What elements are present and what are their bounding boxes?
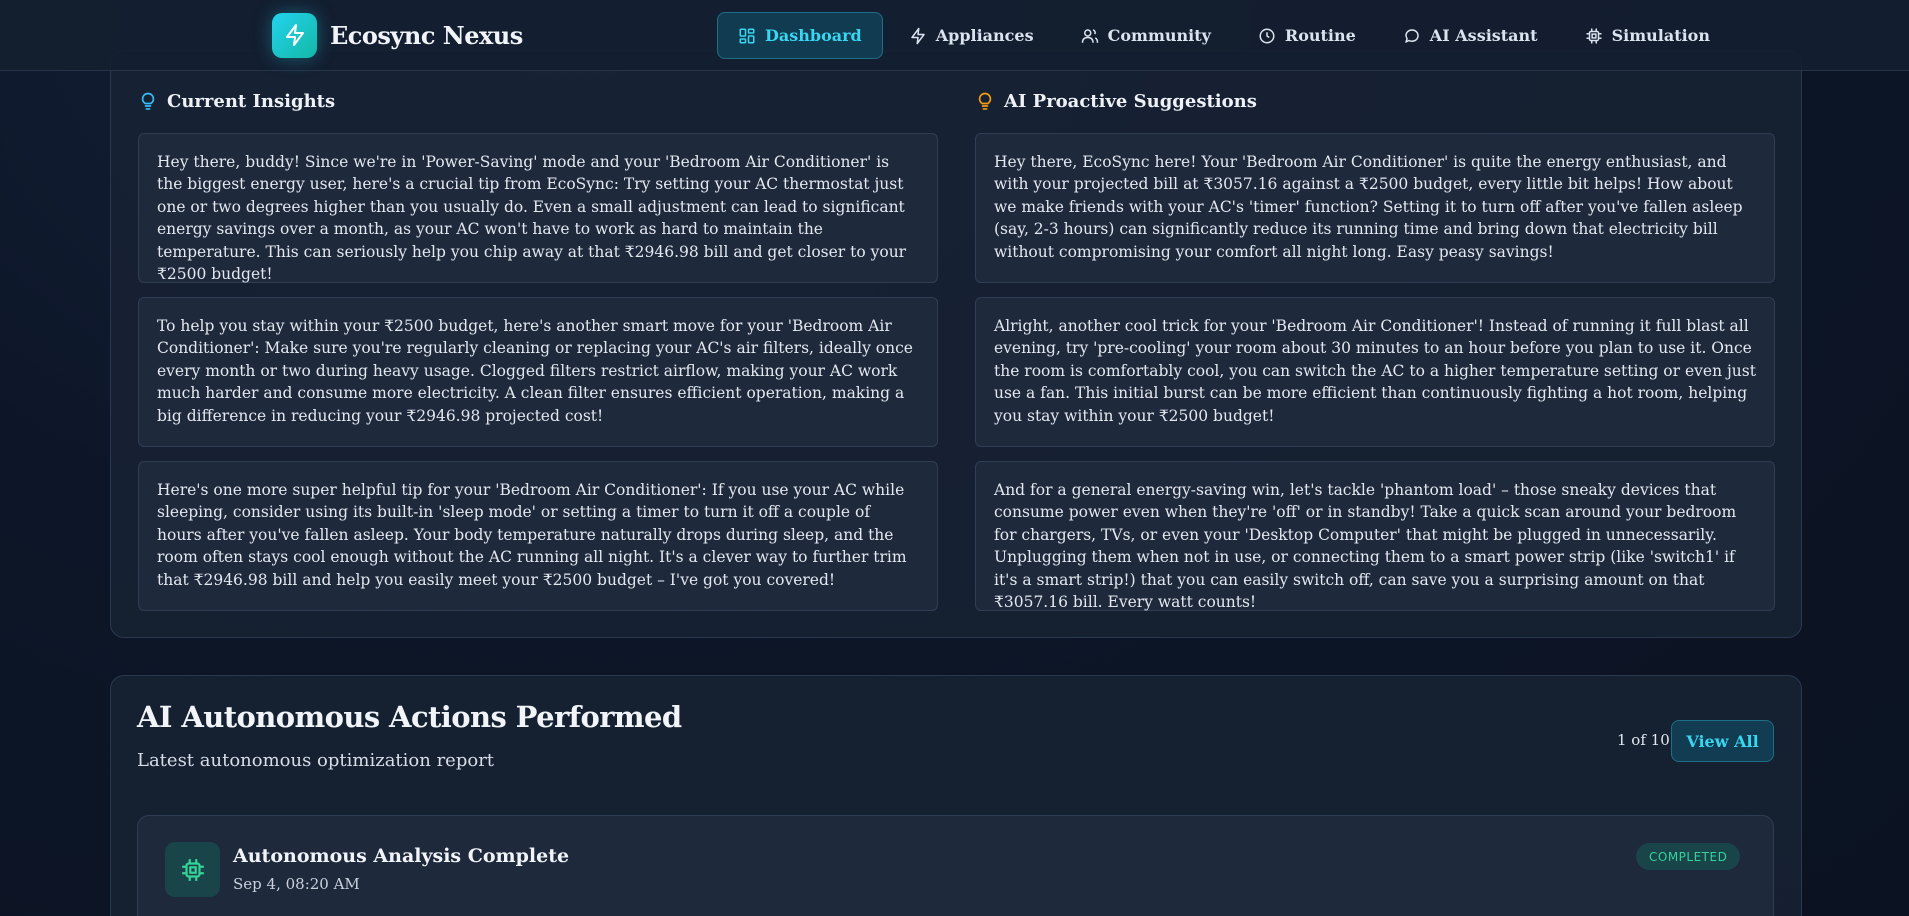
lightning-icon [910,27,925,44]
nav-appliances[interactable]: Appliances [888,12,1055,59]
users-icon [1081,28,1098,43]
nav-label: Community [1107,26,1211,45]
grid-icon [739,28,755,43]
nav-label: Appliances [935,26,1034,45]
section-subtitle: Latest autonomous optimization report [137,750,495,771]
nav-label: Routine [1284,26,1356,45]
brand-name: Ecosync Nexus [330,20,523,50]
brand[interactable]: Ecosync Nexus [272,12,523,58]
insight-card: Hey there, buddy! Since we're in 'Power-… [138,133,938,283]
insight-card: To help you stay within your ₹2500 budge… [138,297,938,447]
chat-bubble-icon [1405,28,1419,43]
action-title: Autonomous Analysis Complete [233,845,570,867]
suggestion-card: Hey there, EcoSync here! Your 'Bedroom A… [975,133,1775,283]
suggestion-card: Alright, another cool trick for your 'Be… [975,297,1775,447]
lightbulb-icon [141,92,155,110]
nav-dashboard[interactable]: Dashboard [717,12,883,59]
current-insights-heading: Current Insights [138,90,335,112]
nav-ai-assistant[interactable]: AI Assistant [1382,12,1559,59]
lightbulb-icon [978,92,992,110]
suggestion-card: And for a general energy-saving win, let… [975,461,1775,611]
clock-icon [1259,28,1275,43]
nav-community[interactable]: Community [1060,12,1232,59]
chip-icon [165,842,220,897]
page-count: 1 of 10 [1617,731,1670,749]
nav-simulation[interactable]: Simulation [1564,12,1731,59]
action-timestamp: Sep 4, 08:20 AM [233,875,360,893]
ai-suggestions-heading: AI Proactive Suggestions [975,90,1257,112]
nav-label: Simulation [1611,26,1710,45]
insight-card: Here's one more super helpful tip for yo… [138,461,938,611]
nav-routine[interactable]: Routine [1237,12,1377,59]
top-navbar: Ecosync Nexus Dashboard Appliances Commu… [0,0,1909,71]
main-nav: Dashboard Appliances Community Routine A… [717,12,1736,59]
nav-label: Dashboard [765,26,862,45]
lightning-logo-icon [272,12,317,58]
section-title: AI Autonomous Actions Performed [137,700,682,734]
nav-label: AI Assistant [1429,26,1538,45]
chip-icon [1586,28,1602,43]
view-all-button[interactable]: View All [1671,720,1774,762]
status-badge: COMPLETED [1636,843,1741,870]
